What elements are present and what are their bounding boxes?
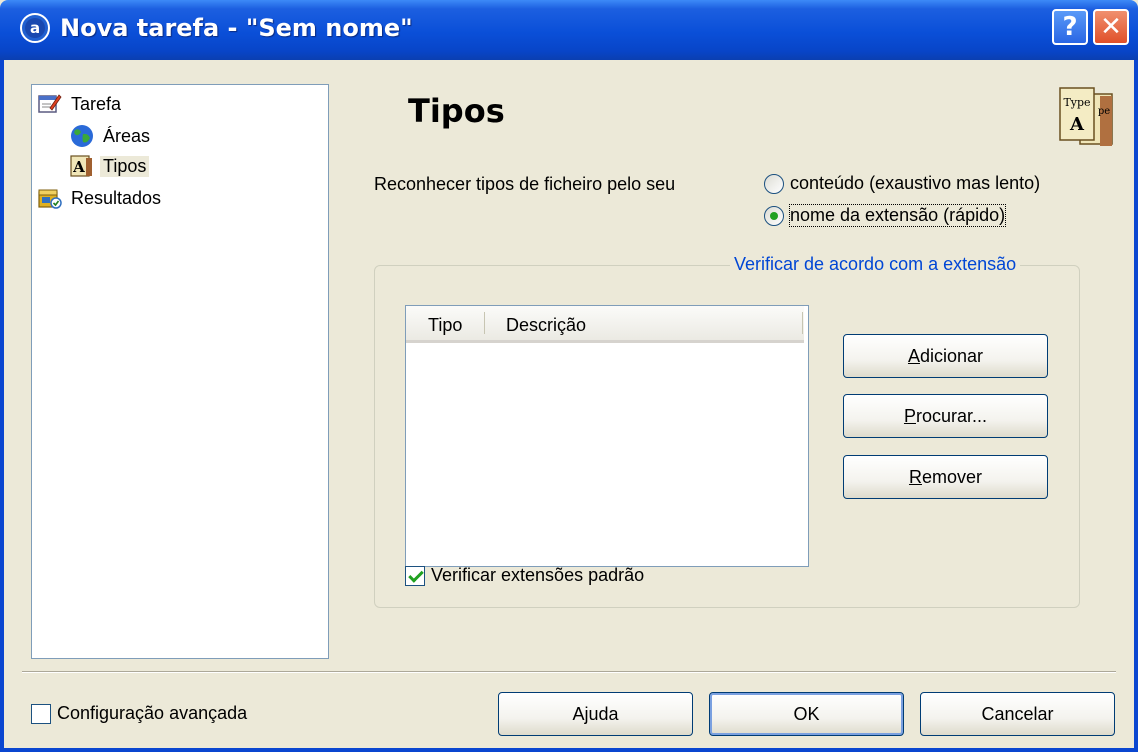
ok-button[interactable]: OK [709, 692, 904, 736]
window-title: Nova tarefa - "Sem nome" [60, 14, 413, 42]
add-button[interactable]: Adicionar [843, 334, 1048, 378]
close-button[interactable]: ✕ [1093, 9, 1129, 45]
cancel-button[interactable]: Cancelar [920, 692, 1115, 736]
navigation-tree[interactable]: Tarefa Áreas A Tipos Resultados [31, 84, 329, 659]
radio-content-label: conteúdo (exaustivo mas lento) [790, 173, 1041, 193]
radio-content-indicator [764, 173, 784, 194]
help-dialog-button[interactable]: Ajuda [498, 692, 693, 736]
tree-item-tipos[interactable]: A Tipos [70, 153, 150, 179]
types-header-icon: Type A pe [1059, 87, 1113, 146]
page-title: Tipos [408, 92, 505, 130]
recognize-label: Reconhecer tipos de ficheiro pelo seu [374, 174, 676, 194]
svg-text:A: A [1069, 114, 1085, 135]
column-divider[interactable] [802, 312, 803, 334]
column-divider[interactable] [484, 312, 485, 334]
svg-text:Type: Type [1063, 96, 1090, 109]
add-button-label: dicionar [919, 346, 984, 366]
tree-item-areas[interactable]: Áreas [70, 123, 153, 149]
check-standard-box [405, 565, 425, 586]
radio-extension[interactable]: nome da extensão (rápido) [764, 204, 1007, 227]
radio-content[interactable]: conteúdo (exaustivo mas lento) [764, 173, 1040, 194]
app-icon: a [20, 13, 50, 43]
tree-item-resultados[interactable]: Resultados [38, 185, 164, 211]
remove-button-label: emover [921, 467, 983, 487]
footer-separator [22, 671, 1116, 673]
tree-item-label: Resultados [71, 187, 162, 208]
results-icon [38, 189, 62, 209]
radio-extension-label: nome da extensão (rápido) [788, 204, 1007, 227]
tree-item-label: Áreas [103, 125, 151, 146]
check-standard-extensions[interactable]: Verificar extensões padrão [405, 565, 644, 586]
add-button-mnemonic: A [907, 346, 920, 366]
radio-extension-indicator [764, 205, 784, 226]
check-advanced-label: Configuração avançada [57, 703, 248, 723]
svg-text:A: A [72, 158, 85, 176]
tree-item-label: Tipos [100, 155, 150, 177]
globe-icon [71, 125, 93, 147]
check-advanced[interactable]: Configuração avançada [31, 703, 247, 724]
remove-button-mnemonic: R [908, 467, 922, 487]
check-advanced-box [31, 703, 51, 724]
extension-group-title: Verificar de acordo com a extensão [730, 254, 1021, 275]
types-icon: A [70, 155, 92, 177]
column-header-tipo[interactable]: Tipo [428, 315, 462, 336]
tree-item-tarefa[interactable]: Tarefa [38, 91, 124, 117]
browse-button-label: rocurar... [915, 406, 988, 426]
task-edit-icon [38, 94, 62, 113]
browse-button[interactable]: Procurar... [843, 394, 1048, 438]
svg-text:pe: pe [1098, 106, 1110, 117]
title-bar[interactable]: a Nova tarefa - "Sem nome" ? ✕ [0, 0, 1138, 60]
list-header: Tipo Descrição [406, 306, 804, 343]
browse-button-mnemonic: P [903, 406, 916, 426]
svg-text:a: a [30, 19, 40, 37]
check-standard-label: Verificar extensões padrão [431, 565, 645, 585]
tree-item-label: Tarefa [71, 93, 122, 114]
remove-button[interactable]: Remover [843, 455, 1048, 499]
extension-list[interactable]: Tipo Descrição [405, 305, 809, 567]
column-header-descricao[interactable]: Descrição [506, 315, 586, 336]
help-button[interactable]: ? [1052, 9, 1088, 45]
